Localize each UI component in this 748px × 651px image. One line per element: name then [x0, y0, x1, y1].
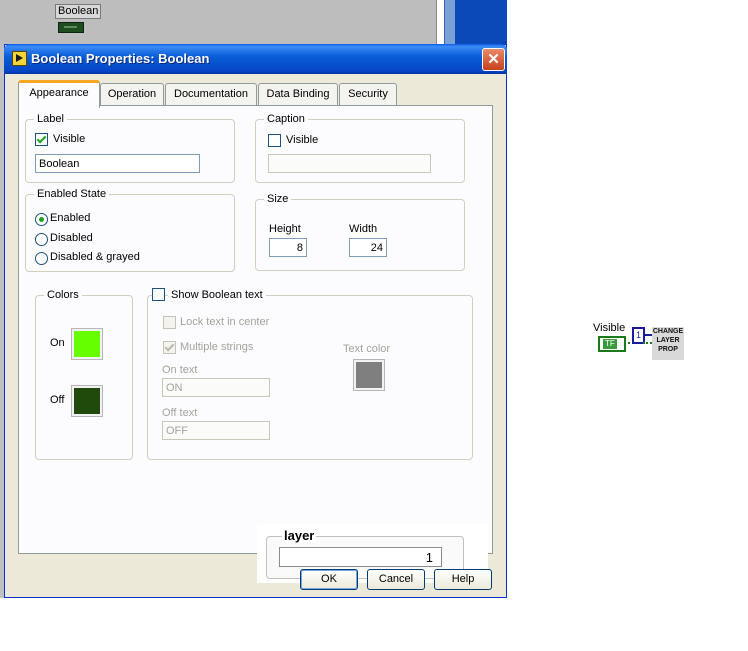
- cancel-button[interactable]: Cancel: [367, 569, 425, 590]
- radio-disabled-grayed-label: Disabled & grayed: [50, 251, 140, 263]
- radio-disabled-label: Disabled: [50, 232, 93, 244]
- on-text-field[interactable]: ON: [162, 378, 270, 397]
- lock-text-checkbox[interactable]: [163, 316, 176, 329]
- caption-visible-checkbox[interactable]: [268, 134, 281, 147]
- radio-enabled[interactable]: [35, 213, 48, 226]
- width-field[interactable]: 24: [349, 238, 387, 257]
- boolean-wire-2: [643, 342, 652, 344]
- radio-disabled-grayed[interactable]: [35, 252, 48, 265]
- on-text-label: On text: [162, 364, 198, 376]
- show-boolean-text-checkbox[interactable]: [152, 288, 165, 301]
- caption-group: Caption Visible: [255, 112, 465, 183]
- tab-appearance[interactable]: Appearance: [18, 80, 100, 108]
- dialog-title: Boolean Properties: Boolean: [31, 51, 210, 66]
- appearance-tab-page: Label Visible Boolean Caption Visible En…: [18, 105, 493, 583]
- height-field[interactable]: 8: [269, 238, 307, 257]
- caption-text-field[interactable]: [268, 154, 431, 173]
- caption-visible-text: Visible: [286, 134, 319, 146]
- width-label: Width: [349, 223, 378, 235]
- colors-group-title: Colors: [44, 288, 82, 302]
- label-group-title: Label: [34, 112, 67, 126]
- off-text-label: Off text: [162, 407, 198, 419]
- size-group: Size Height 8 Width 24: [255, 192, 465, 271]
- size-group-title: Size: [264, 192, 292, 206]
- layer-numeric-field[interactable]: 1: [279, 547, 442, 567]
- label-group: Label Visible Boolean: [25, 112, 235, 183]
- off-color-label: Off: [50, 394, 65, 406]
- front-panel-scrollbar-thumb[interactable]: [444, 0, 455, 46]
- tf-terminal-icon: TF: [603, 339, 617, 349]
- tab-documentation[interactable]: Documentation: [165, 83, 257, 105]
- label-text-field[interactable]: Boolean: [35, 154, 200, 173]
- height-label: Height: [269, 223, 301, 235]
- multiple-strings-label: Multiple strings: [180, 341, 254, 353]
- colors-group: Colors On Off: [35, 288, 133, 460]
- visible-terminal-label: Visible: [593, 322, 626, 334]
- close-button[interactable]: ✕: [482, 48, 505, 71]
- ok-button[interactable]: OK: [300, 569, 358, 590]
- front-panel-boolean-label[interactable]: Boolean: [55, 4, 102, 19]
- caption-group-title: Caption: [264, 112, 308, 126]
- off-text-field[interactable]: OFF: [162, 421, 270, 440]
- radio-disabled[interactable]: [35, 233, 48, 246]
- enabled-state-title: Enabled State: [34, 187, 110, 201]
- enabled-state-group: Enabled State Enabled Disabled Disabled …: [25, 187, 235, 272]
- on-color-label: On: [50, 337, 65, 349]
- boolean-text-group: Show Boolean text Lock text in center Mu…: [147, 288, 473, 460]
- lock-text-label: Lock text in center: [180, 316, 270, 328]
- radio-enabled-label: Enabled: [50, 212, 91, 224]
- label-visible-text: Visible: [53, 133, 86, 145]
- show-boolean-text-label: Show Boolean text: [168, 288, 266, 302]
- label-visible-checkbox[interactable]: [35, 133, 48, 146]
- tab-security[interactable]: Security: [339, 83, 397, 105]
- off-color-box[interactable]: [71, 385, 103, 417]
- text-color-box[interactable]: [353, 359, 385, 391]
- properties-dialog: Boolean Properties: Boolean ✕ Appearance…: [4, 44, 507, 598]
- layer-label: layer: [282, 528, 317, 543]
- help-button[interactable]: Help: [434, 569, 492, 590]
- front-panel-boolean-control[interactable]: [58, 22, 84, 33]
- tab-data-binding[interactable]: Data Binding: [258, 83, 338, 105]
- multiple-strings-checkbox[interactable]: [163, 341, 176, 354]
- labview-app-icon: [12, 51, 27, 66]
- visible-boolean-terminal[interactable]: TF: [598, 336, 626, 352]
- change-layer-prop-subvi[interactable]: CHANGE LAYER PROP: [652, 327, 684, 360]
- on-color-box[interactable]: [71, 328, 103, 360]
- numeric-wire: [643, 334, 652, 336]
- tab-operation[interactable]: Operation: [100, 83, 164, 105]
- text-color-label: Text color: [343, 343, 391, 355]
- dialog-titlebar[interactable]: Boolean Properties: Boolean ✕: [4, 44, 507, 74]
